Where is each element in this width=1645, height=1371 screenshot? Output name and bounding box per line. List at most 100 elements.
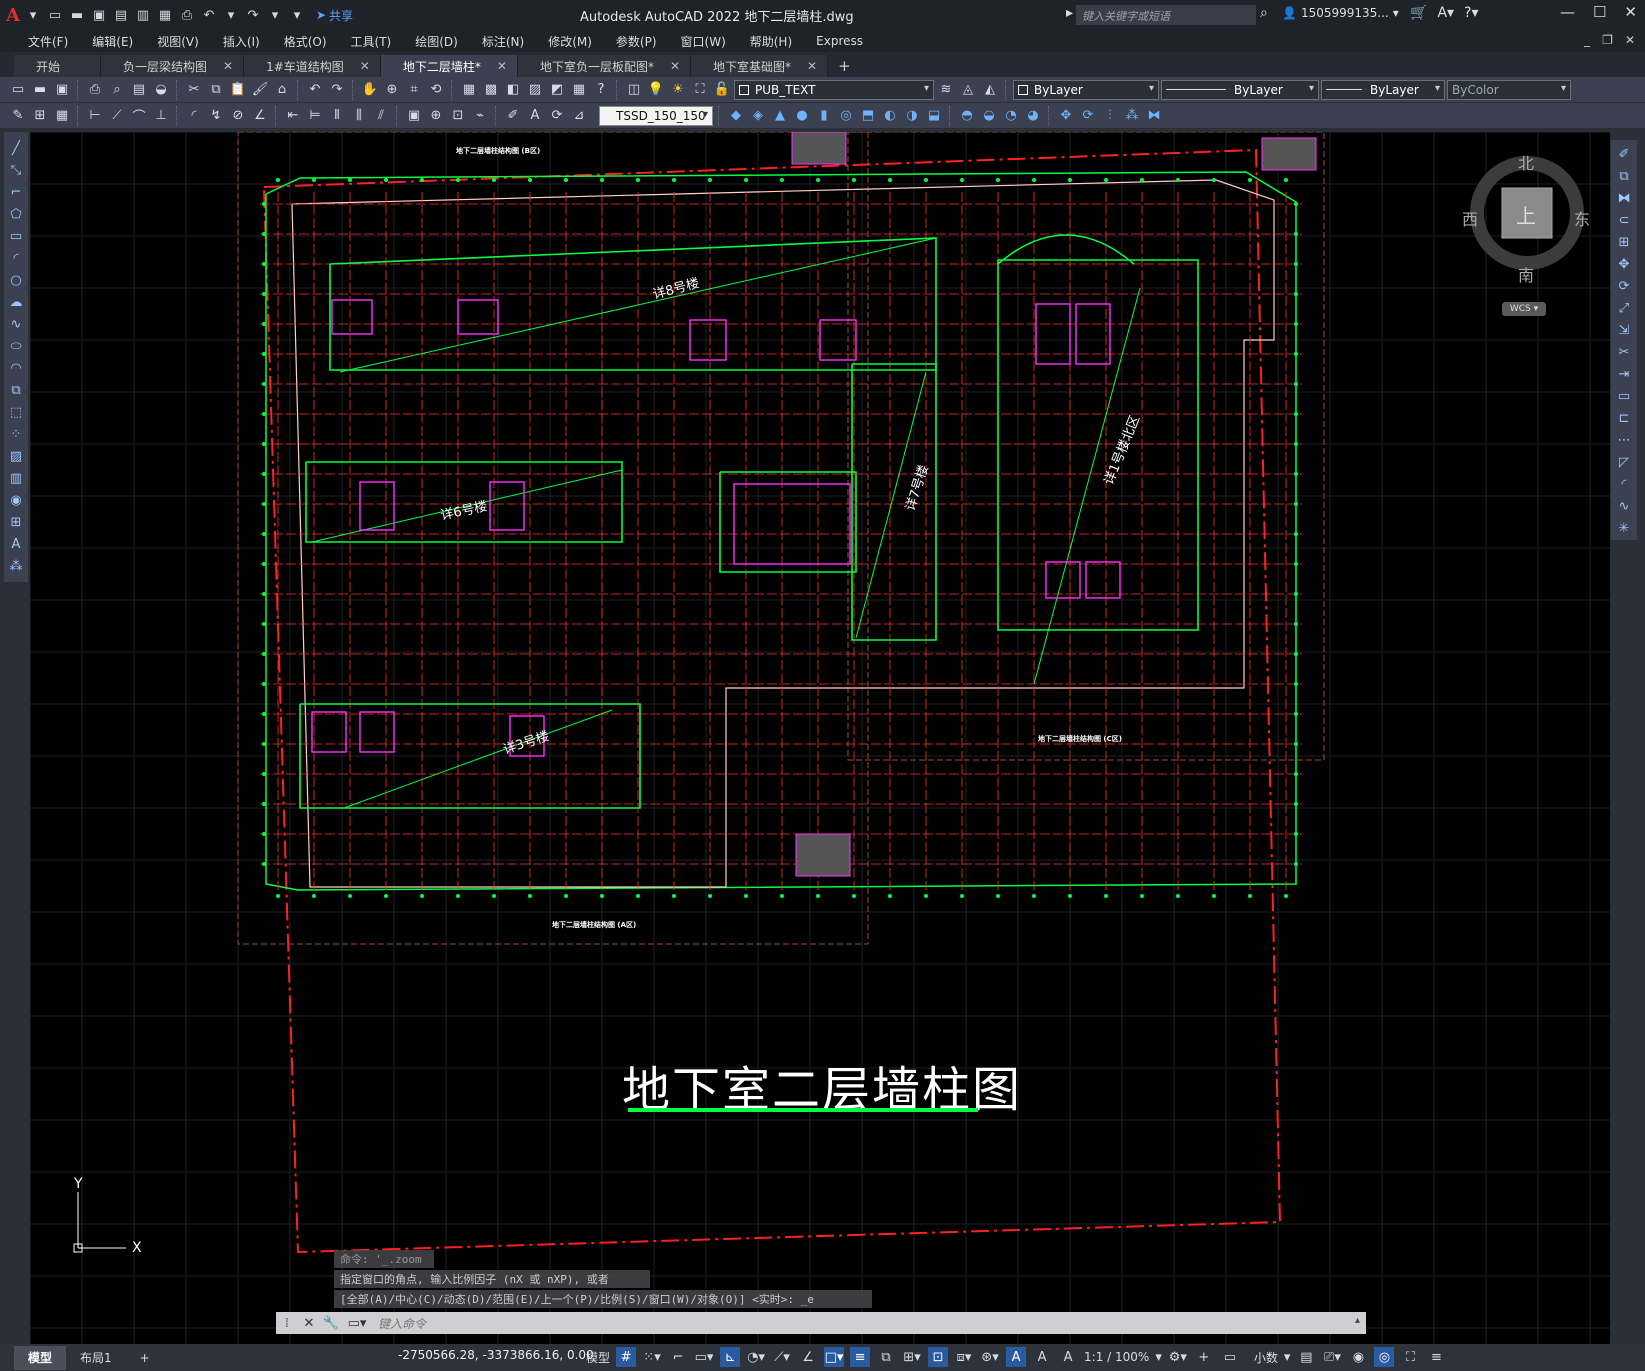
tolerance-icon[interactable]: ▣: [404, 106, 424, 126]
point-icon[interactable]: ⁘: [6, 424, 26, 444]
break-icon[interactable]: ⊏: [1614, 408, 1634, 428]
move-icon[interactable]: ✥: [1614, 254, 1634, 274]
menu-insert[interactable]: 插入(I): [211, 33, 272, 50]
layer-previous-icon[interactable]: ◬: [958, 80, 978, 100]
make-current-icon[interactable]: ≋: [936, 80, 956, 100]
make-block-icon[interactable]: ⬚: [6, 402, 26, 422]
subtract-icon[interactable]: ◒: [979, 106, 999, 126]
units-chevron-icon[interactable]: ▾: [1284, 1350, 1291, 1365]
erase-icon[interactable]: ✐: [1614, 144, 1634, 164]
join-icon[interactable]: ⋯: [1614, 430, 1634, 450]
annotation-scale-icon[interactable]: A: [1058, 1347, 1078, 1367]
save-icon[interactable]: ▣: [52, 80, 72, 100]
slice-icon[interactable]: ◕: [1023, 106, 1043, 126]
annotation-scale-chevron-icon[interactable]: ▾: [1155, 1350, 1162, 1365]
recent-commands-icon[interactable]: ▭▾: [342, 1316, 372, 1331]
open-icon[interactable]: ▬: [30, 80, 50, 100]
menu-tools[interactable]: 工具(T): [339, 33, 404, 50]
rotate-icon[interactable]: ⟳: [1614, 276, 1634, 296]
plot-preview-icon[interactable]: ⌕: [107, 80, 127, 100]
3d-osnap-icon[interactable]: ⊡: [928, 1347, 949, 1367]
tab-b1-beam[interactable]: 负一层梁结构图 ✕: [101, 55, 245, 77]
layer-viewport-icon[interactable]: ⛶: [690, 80, 710, 100]
dimension-text-edit-icon[interactable]: A: [525, 106, 545, 126]
linetype-dropdown[interactable]: ByLayer ▾: [1161, 79, 1319, 100]
layer-freeze-icon[interactable]: ☀: [668, 80, 688, 100]
undo-icon[interactable]: ↶: [200, 6, 218, 24]
isolate-objects-icon[interactable]: ◉: [1348, 1347, 1368, 1367]
zoom-previous-icon[interactable]: ⟲: [426, 80, 446, 100]
new-icon[interactable]: ▭: [8, 80, 28, 100]
insert-block-icon[interactable]: ⧉: [6, 380, 26, 400]
layer-properties-icon[interactable]: ◫: [624, 80, 644, 100]
redo-icon[interactable]: ↷: [327, 80, 347, 100]
dynamic-input-icon[interactable]: ▭▾: [694, 1347, 714, 1367]
extend-icon[interactable]: ⇥: [1614, 364, 1634, 384]
help-icon[interactable]: ?▾: [1464, 5, 1478, 21]
paste-icon[interactable]: 📋: [228, 80, 248, 100]
snap-icon[interactable]: ⁙▾: [642, 1347, 662, 1367]
3d-wedge-icon[interactable]: ◈: [748, 106, 768, 126]
undo-dropdown-icon[interactable]: ▾: [222, 6, 240, 24]
redo-icon[interactable]: ↷: [244, 6, 262, 24]
polygon-icon[interactable]: ⬠: [6, 204, 26, 224]
jogged-dimension-icon[interactable]: ↯: [206, 106, 226, 126]
transparency-icon[interactable]: ⧉: [876, 1347, 896, 1367]
tab-start[interactable]: 开始: [14, 55, 102, 77]
properties-icon[interactable]: ▦: [459, 80, 479, 100]
menu-parametric[interactable]: 参数(P): [604, 33, 669, 50]
tab-b2-wall-column[interactable]: 地下二层墙柱* ✕: [380, 55, 518, 77]
circle-icon[interactable]: ○: [6, 270, 26, 290]
continue-dimension-icon[interactable]: ⫴: [327, 106, 347, 126]
baseline-dimension-icon[interactable]: ⊨: [305, 106, 325, 126]
new-tab-icon[interactable]: +: [828, 55, 861, 77]
menu-express[interactable]: Express: [804, 34, 875, 48]
3d-rotate-icon[interactable]: ⟳: [1078, 106, 1098, 126]
publish-icon[interactable]: ▤: [129, 80, 149, 100]
center-mark-icon[interactable]: ⊕: [426, 106, 446, 126]
viewcube[interactable]: 北 南 西 东 上 WCS ▾: [1444, 142, 1604, 342]
polar-tracking-icon[interactable]: ◔▾: [746, 1347, 766, 1367]
3d-cylinder-icon[interactable]: ▮: [814, 106, 834, 126]
units-icon[interactable]: ▭: [1220, 1347, 1240, 1367]
lineweight-icon[interactable]: ≡: [850, 1347, 871, 1367]
jogged-linear-icon[interactable]: ⌁: [470, 106, 490, 126]
open-web-icon[interactable]: ▥: [134, 6, 152, 24]
viewcube-top-face[interactable]: 上: [1516, 200, 1536, 229]
text-style-dropdown[interactable]: TSSD_150_150 ▾: [599, 105, 713, 126]
autodesk-app-icon[interactable]: A▾: [1437, 5, 1454, 21]
help-icon[interactable]: ?: [591, 80, 611, 100]
command-customize-icon[interactable]: 🔧: [320, 1316, 342, 1331]
3d-extrude-icon[interactable]: ⬒: [858, 106, 878, 126]
open-file-icon[interactable]: ▬: [68, 6, 86, 24]
drawing-canvas[interactable]: 地下室二层墙柱图 地下二层墙柱结构图 (A区) 地下二层墙柱结构图 (B区) 地…: [30, 132, 1610, 1344]
zoom-realtime-icon[interactable]: ⊕: [382, 80, 402, 100]
model-space-toggle[interactable]: 模型: [586, 1349, 610, 1366]
rectangle-icon[interactable]: ▭: [6, 226, 26, 246]
tssd-grid-icon[interactable]: ▦: [52, 106, 72, 126]
add-layout-icon[interactable]: +: [126, 1346, 164, 1370]
ordinate-dimension-icon[interactable]: ⊥: [151, 106, 171, 126]
union-icon[interactable]: ◓: [957, 106, 977, 126]
search-icon[interactable]: ⌕: [1260, 5, 1268, 21]
aligned-dimension-icon[interactable]: ⟋: [107, 106, 127, 126]
hatch-icon[interactable]: ▨: [6, 446, 26, 466]
viewcube-south[interactable]: 南: [1518, 262, 1534, 286]
block-editor-icon[interactable]: ⌂: [272, 80, 292, 100]
3d-revolve-icon[interactable]: ◐: [880, 106, 900, 126]
annotation-monitor-icon[interactable]: +: [1194, 1347, 1214, 1367]
table-icon[interactable]: ⊞: [6, 512, 26, 532]
ortho-icon[interactable]: ⊾: [720, 1347, 741, 1367]
tab-foundation[interactable]: 地下室基础图* ✕: [691, 55, 829, 77]
polyline-icon[interactable]: ⌐: [6, 182, 26, 202]
command-line[interactable]: ⁞ ✕ 🔧 ▭▾ 键入命令 ▴: [276, 1312, 1366, 1334]
3d-loft-icon[interactable]: ⬓: [924, 106, 944, 126]
region-icon[interactable]: ◉: [6, 490, 26, 510]
intersect-icon[interactable]: ◔: [1001, 106, 1021, 126]
3d-cone-icon[interactable]: ▲: [770, 106, 790, 126]
close-tab-icon[interactable]: ✕: [223, 59, 233, 73]
3d-print-icon[interactable]: ◒: [151, 80, 171, 100]
gradient-icon[interactable]: ▥: [6, 468, 26, 488]
redo-dropdown-icon[interactable]: ▾: [266, 6, 284, 24]
scale-icon[interactable]: ⤢: [1614, 298, 1634, 318]
